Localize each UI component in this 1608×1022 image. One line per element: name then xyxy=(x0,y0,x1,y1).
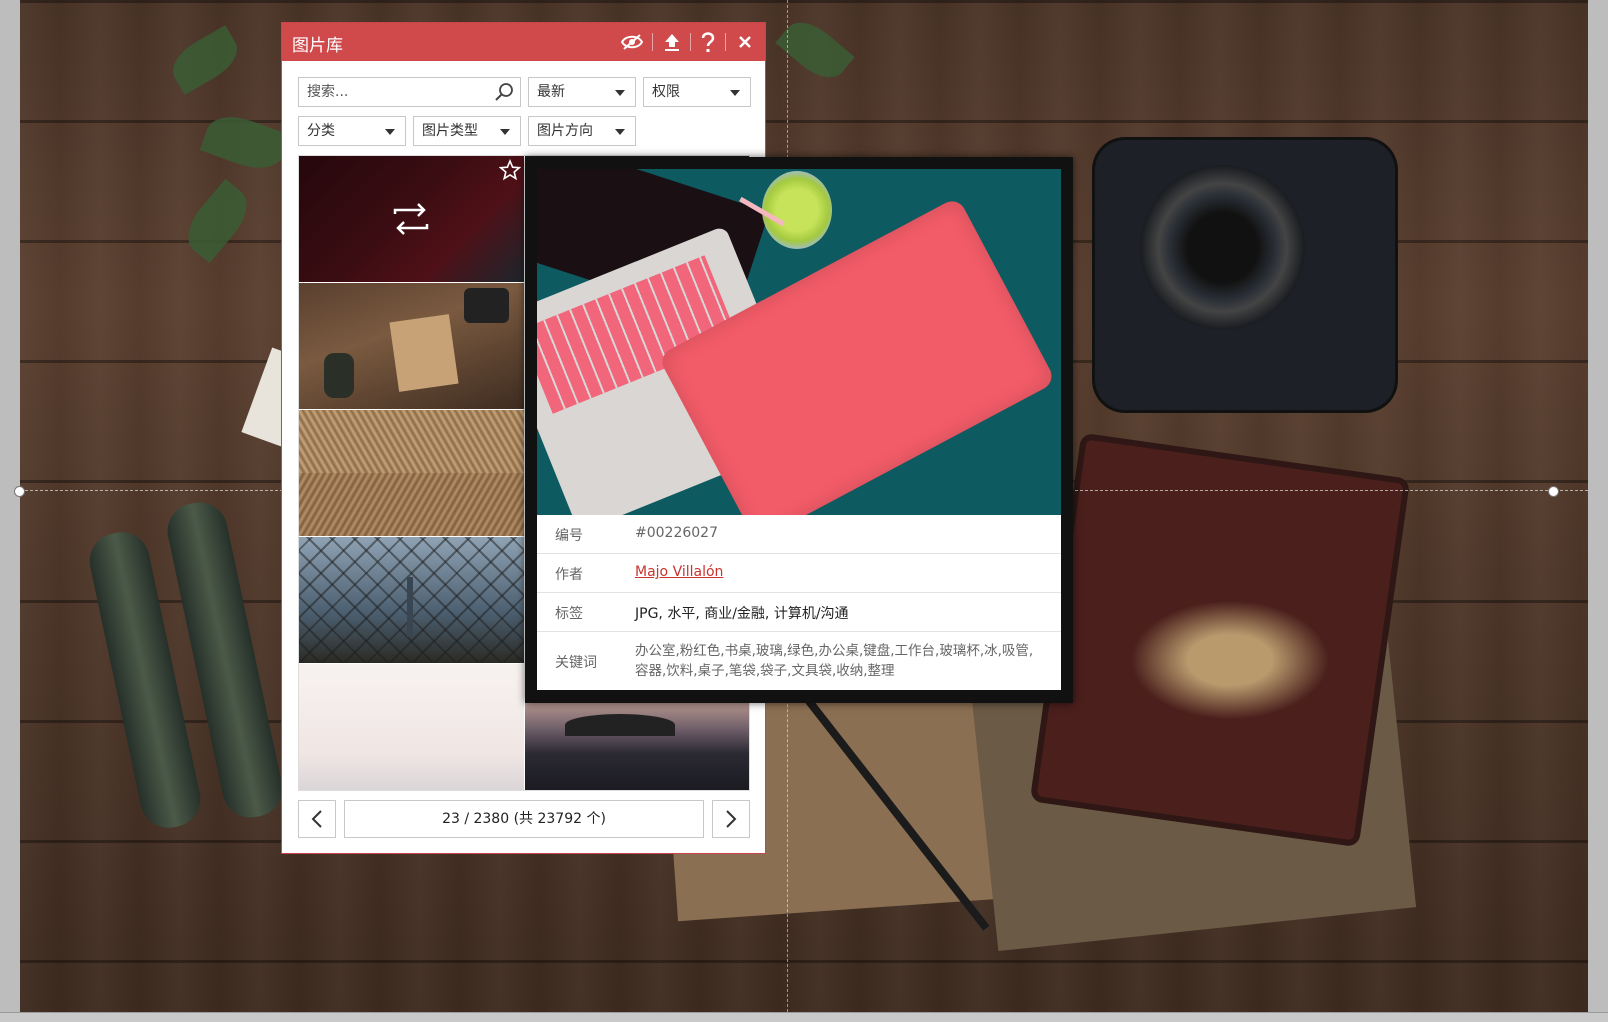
image-type-dropdown[interactable]: 图片类型 xyxy=(413,116,521,146)
close-icon[interactable] xyxy=(731,28,759,56)
thumbnail[interactable] xyxy=(525,696,749,790)
thumbnail[interactable] xyxy=(299,283,524,409)
id-label: 编号 xyxy=(555,528,583,544)
hide-icon[interactable] xyxy=(618,28,646,56)
thumbnail[interactable] xyxy=(299,537,524,663)
sort-value: 最新 xyxy=(537,84,565,100)
keywords-value: 办公室,粉红色,书桌,玻璃,绿色,办公桌,键盘,工作台,玻璃杯,冰,吸管,容器,… xyxy=(635,643,1034,679)
replace-icon[interactable] xyxy=(391,200,431,242)
leaf-decoration xyxy=(164,25,246,95)
toolbar-separator xyxy=(652,33,653,51)
sort-dropdown[interactable]: 最新 xyxy=(528,77,636,107)
author-label: 作者 xyxy=(555,567,583,583)
license-value: 权限 xyxy=(652,84,680,100)
drink-cup xyxy=(762,171,832,249)
search-input[interactable] xyxy=(307,79,487,105)
camera-lens xyxy=(1140,165,1305,330)
chevron-down-icon xyxy=(730,90,740,96)
upload-icon[interactable] xyxy=(658,28,686,56)
chevron-down-icon xyxy=(385,129,395,135)
search-icon[interactable] xyxy=(494,82,514,112)
chevron-right-icon xyxy=(726,810,737,828)
chevron-down-icon xyxy=(500,129,510,135)
leaf-decoration xyxy=(199,107,291,178)
orientation-dropdown[interactable]: 图片方向 xyxy=(528,116,636,146)
orientation-value: 图片方向 xyxy=(537,123,593,139)
twine-bow xyxy=(1130,600,1330,720)
license-dropdown[interactable]: 权限 xyxy=(643,77,751,107)
leaf-decoration xyxy=(177,178,258,264)
status-strip xyxy=(0,1012,1608,1022)
info-row-tags: 标签 JPG, 水平, 商业/金融, 计算机/沟通 xyxy=(537,593,1061,632)
chevron-left-icon xyxy=(311,810,322,828)
search-field[interactable] xyxy=(298,77,521,107)
panel-titlebar: 图片库 xyxy=(282,23,765,61)
tags-label: 标签 xyxy=(555,606,583,622)
page-indicator: 23 / 2380 (共 23792 个) xyxy=(344,800,704,838)
next-page-button[interactable] xyxy=(712,800,750,838)
star-icon[interactable] xyxy=(498,158,522,185)
preview-image[interactable] xyxy=(537,169,1061,515)
chevron-down-icon xyxy=(615,129,625,135)
help-icon[interactable] xyxy=(694,28,722,56)
id-value: #00226027 xyxy=(635,525,718,541)
thumbnail[interactable] xyxy=(299,664,524,790)
info-row-author: 作者 Majo Villalón xyxy=(537,554,1061,593)
thumbnail[interactable] xyxy=(299,410,524,536)
tags-value: JPG, 水平, 商业/金融, 计算机/沟通 xyxy=(635,606,849,622)
panel-title: 图片库 xyxy=(292,36,343,56)
toolbar-separator xyxy=(690,33,691,51)
author-link[interactable]: Majo Villalón xyxy=(635,564,1043,580)
info-row-keywords: 关键词 办公室,粉红色,书桌,玻璃,绿色,办公桌,键盘,工作台,玻璃杯,冰,吸管… xyxy=(537,632,1061,690)
pagination: 23 / 2380 (共 23792 个) xyxy=(298,800,750,838)
image-preview-popup: 编号 #00226027 作者 Majo Villalón 标签 JPG, 水平… xyxy=(525,157,1073,703)
thumbnail-selected[interactable] xyxy=(299,156,524,282)
resize-handle-left[interactable] xyxy=(14,486,25,497)
category-value: 分类 xyxy=(307,123,335,139)
info-row-id: 编号 #00226027 xyxy=(537,515,1061,554)
prev-page-button[interactable] xyxy=(298,800,336,838)
image-type-value: 图片类型 xyxy=(422,123,478,139)
keywords-label: 关键词 xyxy=(555,655,597,671)
resize-handle-right[interactable] xyxy=(1548,486,1559,497)
chevron-down-icon xyxy=(615,90,625,96)
category-dropdown[interactable]: 分类 xyxy=(298,116,406,146)
toolbar-separator xyxy=(725,33,726,51)
image-info-table: 编号 #00226027 作者 Majo Villalón 标签 JPG, 水平… xyxy=(537,515,1061,690)
